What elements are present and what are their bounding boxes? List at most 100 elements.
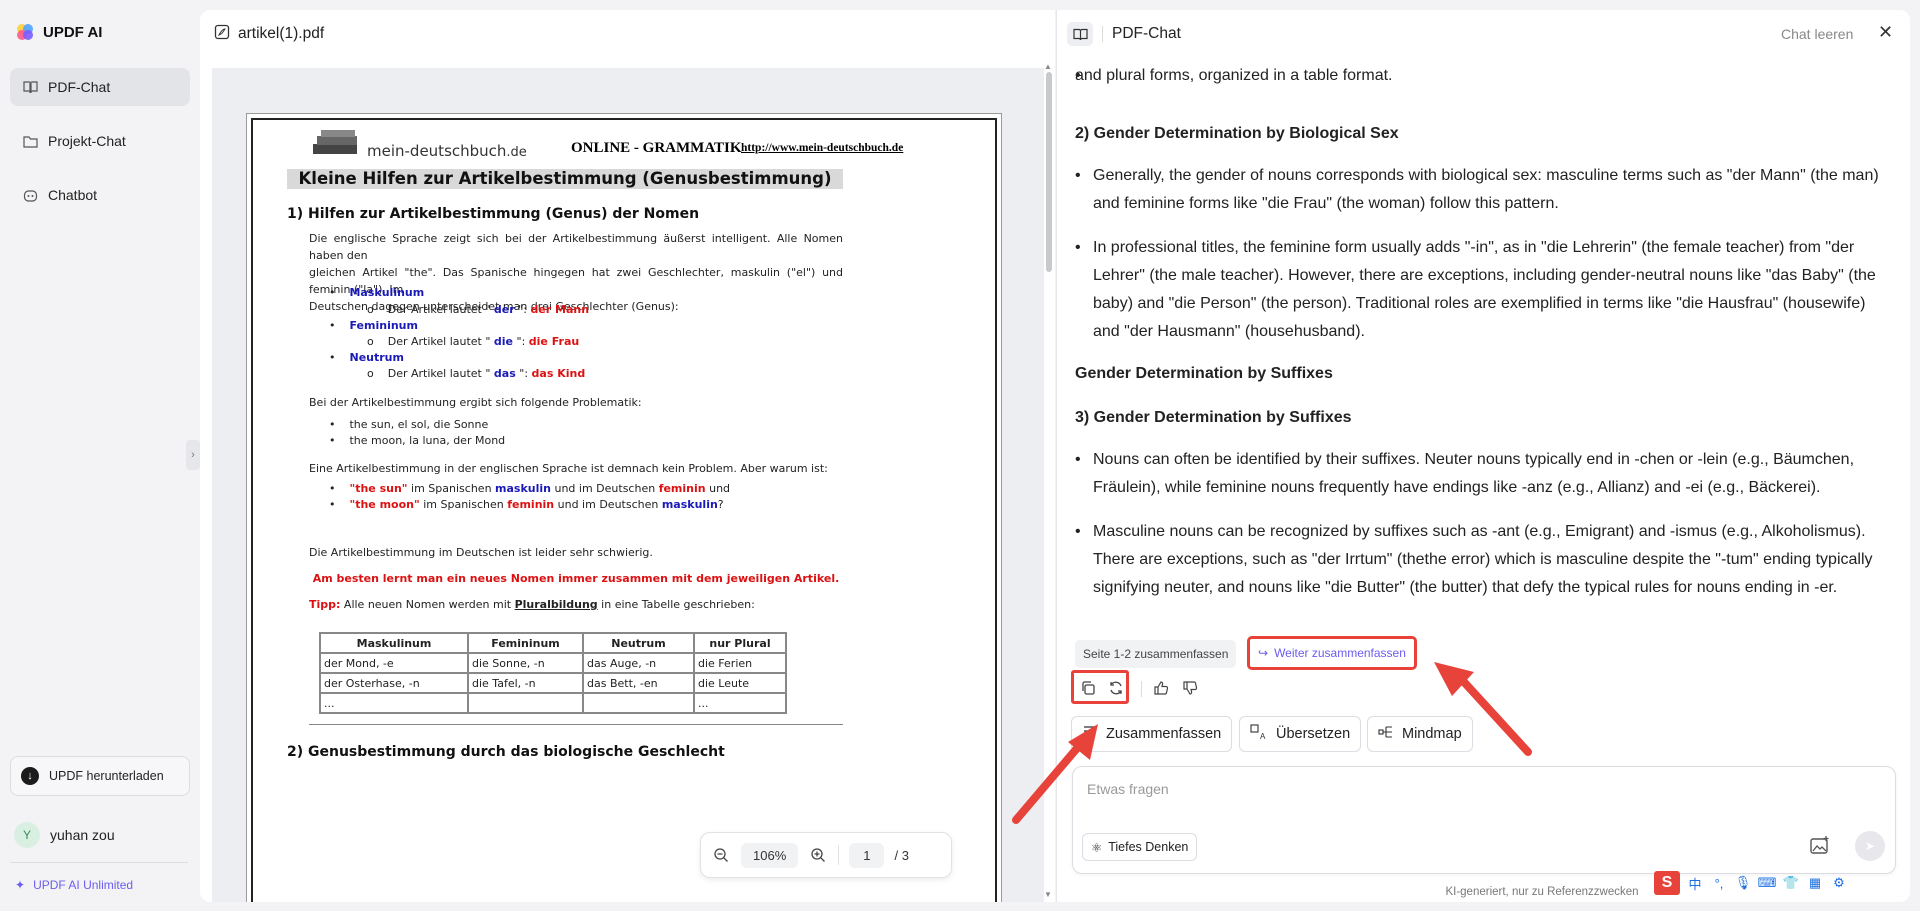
send-icon: ➤ xyxy=(1864,839,1876,853)
summarize-icon xyxy=(1082,724,1098,744)
sidebar-item-pdf-chat[interactable]: PDF-Chat xyxy=(10,68,190,106)
table-cell: die Tafel, -n xyxy=(467,672,584,694)
punctuation-icon[interactable]: °, xyxy=(1710,874,1728,892)
download-updf-button[interactable]: ↓ UPDF herunterladen xyxy=(10,756,190,796)
app-name: UPDF AI xyxy=(43,23,103,41)
gender-example: o Der Artikel lautet " das ": das Kind xyxy=(367,367,586,380)
folder-icon xyxy=(22,133,38,149)
sidebar-collapse-handle[interactable]: › xyxy=(186,440,200,470)
table-cell: die Sonne, -n xyxy=(467,652,584,674)
clear-chat-button[interactable]: Chat leeren xyxy=(1781,26,1853,42)
page-number-input[interactable]: 1 xyxy=(849,842,885,868)
table-cell: der Mond, -e xyxy=(319,652,469,674)
translate-icon: A xyxy=(1250,724,1268,744)
chat-panel: PDF-Chat Chat leeren ✕ and plural forms,… xyxy=(1056,10,1910,902)
sparkle-icon: ✦ xyxy=(15,878,26,892)
table-cell: die Leute xyxy=(693,672,787,694)
gender-example: o Der Artikel lautet " der ": der Mann xyxy=(367,303,590,316)
scroll-up-icon[interactable]: ▲ xyxy=(1044,62,1052,71)
doc-advice: Am besten lernt man ein neues Nomen imme… xyxy=(312,572,840,585)
doc-section-heading: 2) Genusbestimmung durch das biologische… xyxy=(287,744,725,760)
user-profile[interactable]: Y yuhan zou xyxy=(14,822,115,848)
grid-icon[interactable]: ▦ xyxy=(1806,874,1824,892)
deep-thinking-label: Tiefes Denken xyxy=(1108,840,1189,854)
table-cell: die Ferien xyxy=(693,652,787,674)
chat-input-box[interactable]: Etwas fragen ⚛ Tiefes Denken ➤ xyxy=(1072,766,1896,874)
doc-paragraph: Die Artikelbestimmung im Deutschen ist l… xyxy=(309,546,653,559)
pdf-header: artikel(1).pdf xyxy=(200,10,1055,58)
doc-paragraph: Eine Artikelbestimmung in der englischen… xyxy=(309,462,828,475)
zoom-level[interactable]: 106% xyxy=(741,842,799,868)
regenerate-icon[interactable] xyxy=(1106,678,1126,698)
microphone-icon[interactable]: 🎙 xyxy=(1734,874,1752,892)
example-bullet: • the sun, el sol, die Sonne xyxy=(329,418,489,431)
avatar: Y xyxy=(14,822,40,848)
mindmap-button[interactable]: Mindmap xyxy=(1367,716,1473,752)
doc-header-url[interactable]: http://www.mein-deutschbuch.de xyxy=(741,142,903,154)
divider xyxy=(1141,681,1142,697)
quick-action-label: Zusammenfassen xyxy=(1106,726,1222,742)
chip-label: Weiter zusammenfassen xyxy=(1274,646,1406,660)
image-upload-icon[interactable] xyxy=(1809,835,1831,857)
send-button[interactable]: ➤ xyxy=(1855,831,1885,861)
close-icon[interactable]: ✕ xyxy=(1878,22,1893,43)
table-header: nur Plural xyxy=(693,632,787,654)
question-bullet: • "the sun" im Spanischen maskulin und i… xyxy=(329,482,731,495)
message-heading: 2) Gender Determination by Biological Se… xyxy=(1075,125,1399,142)
sidebar-item-chatbot[interactable]: Chatbot xyxy=(10,176,190,214)
sidebar-item-label: Chatbot xyxy=(48,187,98,203)
ai-disclaimer: KI-generiert, nur zu Referenzzwecken xyxy=(1445,886,1639,898)
zoom-toolbar: 106% 1 / 3 xyxy=(700,832,952,878)
book-icon xyxy=(22,79,38,95)
unlimited-label: UPDF AI Unlimited xyxy=(33,878,134,892)
zoom-in-icon[interactable] xyxy=(808,845,828,865)
gender-example: o Der Artikel lautet " die ": die Frau xyxy=(367,335,580,348)
chat-input[interactable]: Etwas fragen xyxy=(1087,781,1169,797)
app-logo: UPDF AI xyxy=(15,22,102,42)
toggle-pdf-icon[interactable] xyxy=(1067,22,1093,46)
sidebar-item-projekt-chat[interactable]: Projekt-Chat xyxy=(10,122,190,160)
table-header: Femininum xyxy=(467,632,584,654)
books-logo-icon xyxy=(313,130,357,154)
gender-bullet: • Neutrum xyxy=(329,351,404,364)
message-bullet: Generally, the gender of nouns correspon… xyxy=(1075,162,1885,218)
table-header: Maskulinum xyxy=(319,632,469,654)
divider xyxy=(10,862,188,863)
table-cell xyxy=(582,692,695,714)
app-window: UPDF AI PDF-Chat Projekt-Chat Chatbot › … xyxy=(0,0,1920,911)
message-bullet: Nouns can often be identified by their s… xyxy=(1075,446,1885,502)
translate-button[interactable]: A Übersetzen xyxy=(1239,716,1362,752)
zoom-out-icon[interactable] xyxy=(711,845,731,865)
pdf-file-icon xyxy=(214,24,230,45)
pdf-filename: artikel(1).pdf xyxy=(238,25,325,42)
doc-tip: Tipp: Alle neuen Nomen werden mit Plural… xyxy=(309,598,755,611)
sidebar: UPDF AI PDF-Chat Projekt-Chat Chatbot › … xyxy=(0,0,200,911)
question-bullet: • "the moon" im Spanischen feminin und i… xyxy=(329,498,724,511)
summarize-pages-chip[interactable]: Seite 1-2 zusammenfassen xyxy=(1075,640,1237,668)
sidebar-item-label: PDF-Chat xyxy=(48,79,111,95)
table-cell: der Osterhase, -n xyxy=(319,672,469,694)
brand-name: mein-deutschbuch.de xyxy=(367,142,527,160)
skin-icon[interactable]: 👕 xyxy=(1782,874,1800,892)
pdf-canvas[interactable]: mein-deutschbuch.de ONLINE - GRAMMATIK h… xyxy=(212,68,1044,902)
doc-paragraph: Bei der Artikelbestimmung ergibt sich fo… xyxy=(309,396,642,409)
doc-banner: Kleine Hilfen zur Artikelbestimmung (Gen… xyxy=(287,169,843,189)
copy-icon[interactable] xyxy=(1078,678,1098,698)
keyboard-icon[interactable]: ⌨ xyxy=(1758,874,1777,892)
updf-ai-unlimited-link[interactable]: ✦ UPDF AI Unlimited xyxy=(15,878,133,892)
atom-icon: ⚛ xyxy=(1091,840,1103,855)
deep-thinking-toggle[interactable]: ⚛ Tiefes Denken xyxy=(1082,833,1198,861)
table-header: Neutrum xyxy=(582,632,695,654)
pdf-scrollbar[interactable] xyxy=(1046,72,1052,272)
summarize-button[interactable]: Zusammenfassen xyxy=(1071,716,1233,752)
sogou-logo-icon[interactable]: S xyxy=(1654,871,1680,895)
thumbs-down-icon[interactable] xyxy=(1180,678,1200,698)
ime-language-indicator[interactable]: 中 xyxy=(1686,874,1704,892)
settings-gear-icon[interactable]: ⚙ xyxy=(1830,874,1848,892)
scroll-down-icon[interactable]: ▼ xyxy=(1044,890,1052,899)
message-text: and plural forms, organized in a table f… xyxy=(1075,62,1885,90)
table-cell: ... xyxy=(693,692,787,714)
thumbs-up-icon[interactable] xyxy=(1151,678,1171,698)
continue-summary-chip[interactable]: ↪ Weiter zusammenfassen xyxy=(1247,636,1417,670)
table-row: der Mond, -e die Sonne, -n das Auge, -n … xyxy=(319,652,787,674)
